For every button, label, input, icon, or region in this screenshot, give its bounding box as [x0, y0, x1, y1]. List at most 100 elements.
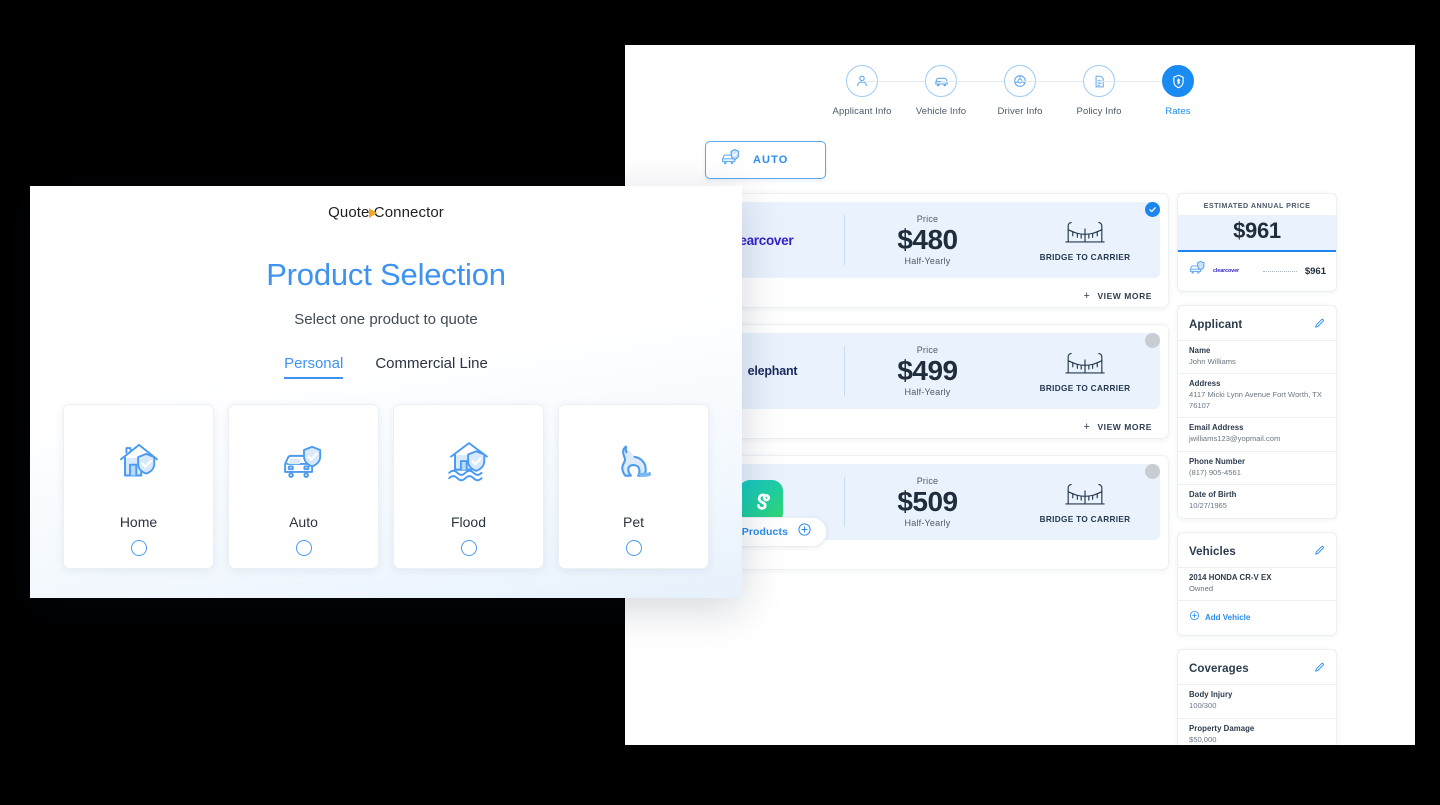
logo-text-connector: Connector	[373, 204, 444, 221]
product-selection-window: Quote Connector Product Selection Select…	[30, 186, 742, 598]
view-more-label: VIEW MORE	[1097, 422, 1152, 432]
tab-personal[interactable]: Personal	[284, 355, 344, 379]
view-more-button[interactable]: + VIEW MORE	[1083, 290, 1152, 302]
pencil-icon[interactable]	[1314, 543, 1325, 561]
shield-dollar-icon	[1162, 65, 1194, 97]
price-caption: Price	[916, 214, 939, 225]
field-label: Name	[1189, 346, 1211, 355]
car-shield-icon	[720, 148, 742, 173]
field-label: Email Address	[1189, 423, 1244, 433]
section-title: Vehicles	[1189, 545, 1236, 558]
page-title: Product Selection	[266, 257, 506, 292]
summary-field: Date of Birth 10/27/1965	[1178, 484, 1336, 517]
stepper-label: Policy Info	[1076, 106, 1122, 117]
rate-card[interactable]: clearcover Price $480 Half-Yearly BRIDGE…	[669, 193, 1169, 308]
applicant-section-header: Applicant	[1178, 306, 1336, 340]
stepper-step-vehicle-info[interactable]: Vehicle Info	[902, 65, 1020, 117]
add-vehicle-label: Add Vehicle	[1205, 612, 1251, 622]
rate-card-selected-indicator[interactable]	[1145, 333, 1160, 348]
page-subtitle: Select one product to quote	[294, 311, 478, 328]
field-label: Address	[1189, 379, 1221, 389]
view-more-button[interactable]: + VIEW MORE	[1083, 421, 1152, 433]
product-card-grid: Home Auto Flood Pet	[30, 404, 742, 569]
house-shield-icon	[112, 435, 166, 494]
product-card-home[interactable]: Home	[63, 404, 214, 569]
product-name: Pet	[622, 514, 644, 530]
carrier-logo-text: clearcover	[1213, 268, 1239, 274]
rate-price-block: Price $499 Half-Yearly	[845, 345, 1010, 396]
add-vehicle-button[interactable]: Add Vehicle	[1178, 600, 1336, 635]
summary-field: Name John Williams	[1178, 340, 1336, 373]
rate-card-selected-indicator[interactable]	[1145, 464, 1160, 479]
field-value: 4117 Micki Lynn Avenue Fort Worth, TX 76…	[1189, 390, 1322, 410]
stepper-step-rates[interactable]: Rates	[1139, 65, 1218, 117]
plus-circle-icon	[797, 522, 812, 542]
bridge-to-carrier-button[interactable]: BRIDGE TO CARRIER	[1010, 350, 1160, 393]
stepper-label: Rates	[1165, 106, 1191, 117]
rates-window: Applicant Info Vehicle Info Driver Info	[625, 45, 1415, 745]
product-card-flood[interactable]: Flood	[393, 404, 544, 569]
applicant-summary-card: Applicant Name John Williams Address 411…	[1177, 305, 1337, 519]
field-label: Phone Number	[1189, 456, 1246, 466]
summary-field: 2014 HONDA CR-V EX Owned	[1178, 566, 1336, 600]
field-label: Date of Birth	[1189, 490, 1237, 500]
carrier-logo-text: elephant	[747, 364, 798, 378]
rate-card[interactable]: elephant Price $499 Half-Yearly BRIDGE T…	[669, 324, 1169, 439]
stepper-step-applicant-info[interactable]: Applicant Info	[823, 65, 941, 117]
product-tab-auto[interactable]: AUTO	[705, 141, 826, 179]
product-radio[interactable]	[460, 540, 477, 556]
plus-icon: +	[1083, 290, 1091, 302]
pencil-icon[interactable]	[1314, 660, 1325, 678]
play-triangle-icon	[368, 208, 377, 218]
field-label: 2014 HONDA CR-V EX	[1189, 572, 1272, 582]
line-of-business-tabs: Personal Commercial Line	[30, 355, 742, 379]
product-radio[interactable]	[130, 540, 147, 556]
stepper-step-driver-info[interactable]: Driver Info	[981, 65, 1099, 117]
product-name: Home	[119, 514, 158, 530]
price-amount: $480	[897, 224, 958, 256]
rate-card[interactable]: Price $509 Half-Yearly BRIDGE TO CARRIER	[669, 455, 1169, 570]
stepper-step-policy-info[interactable]: Policy Info	[1060, 65, 1178, 117]
product-radio[interactable]	[295, 540, 312, 556]
house-flood-icon	[442, 435, 496, 494]
logo-text-connector-wrap: Connector	[368, 204, 444, 221]
summary-field: Body Injury 100/300	[1178, 684, 1336, 717]
rate-price-block: Price $480 Half-Yearly	[845, 214, 1010, 265]
dog-icon	[607, 435, 661, 494]
product-name: Flood	[450, 514, 487, 530]
summary-field: Address 4117 Micki Lynn Avenue Fort Wort…	[1178, 373, 1336, 417]
bridge-to-carrier-button[interactable]: BRIDGE TO CARRIER	[1010, 219, 1160, 262]
field-value: John Williams	[1189, 357, 1236, 366]
field-value: 10/27/1965	[1189, 501, 1228, 511]
field-value: (817) 905-4561	[1189, 467, 1241, 477]
app-logo: Quote Connector	[30, 186, 742, 221]
product-card-auto[interactable]: Auto	[228, 404, 379, 569]
vehicles-summary-card: Vehicles 2014 HONDA CR-V EX Owned Add Ve…	[1177, 531, 1337, 637]
product-radio[interactable]	[625, 540, 642, 556]
price-amount: $509	[897, 486, 958, 518]
car-shield-icon	[1188, 260, 1207, 282]
bridge-label: BRIDGE TO CARRIER	[1039, 514, 1131, 524]
rate-card-selected-indicator[interactable]	[1145, 202, 1160, 217]
tab-commercial-line[interactable]: Commercial Line	[375, 355, 488, 379]
product-card-pet[interactable]: Pet	[558, 404, 709, 569]
bridge-label: BRIDGE TO CARRIER	[1039, 383, 1131, 393]
price-term: Half-Yearly	[904, 255, 951, 266]
bridge-label: BRIDGE TO CARRIER	[1039, 252, 1131, 262]
leader-dots	[1263, 270, 1297, 272]
estimated-price-amount: $961	[1178, 215, 1336, 252]
field-label: Body Injury	[1189, 690, 1233, 700]
price-caption: Price	[916, 345, 939, 356]
bridge-to-carrier-button[interactable]: BRIDGE TO CARRIER	[1010, 481, 1160, 524]
coverages-summary-card: Coverages Body Injury 100/300 Property D…	[1177, 649, 1337, 745]
summary-field: Phone Number (817) 905-4561	[1178, 450, 1336, 484]
pencil-icon[interactable]	[1314, 316, 1325, 334]
vehicles-section-header: Vehicles	[1178, 533, 1336, 567]
coverages-section-header: Coverages	[1178, 650, 1336, 684]
view-more-label: VIEW MORE	[1097, 291, 1152, 301]
stepper-label: Vehicle Info	[915, 106, 967, 117]
summary-field: Email Address jwilliams123@yopmail.com	[1178, 417, 1336, 450]
field-label: Property Damage	[1189, 723, 1255, 733]
plus-circle-icon	[1189, 608, 1200, 626]
price-amount: $499	[897, 355, 958, 387]
